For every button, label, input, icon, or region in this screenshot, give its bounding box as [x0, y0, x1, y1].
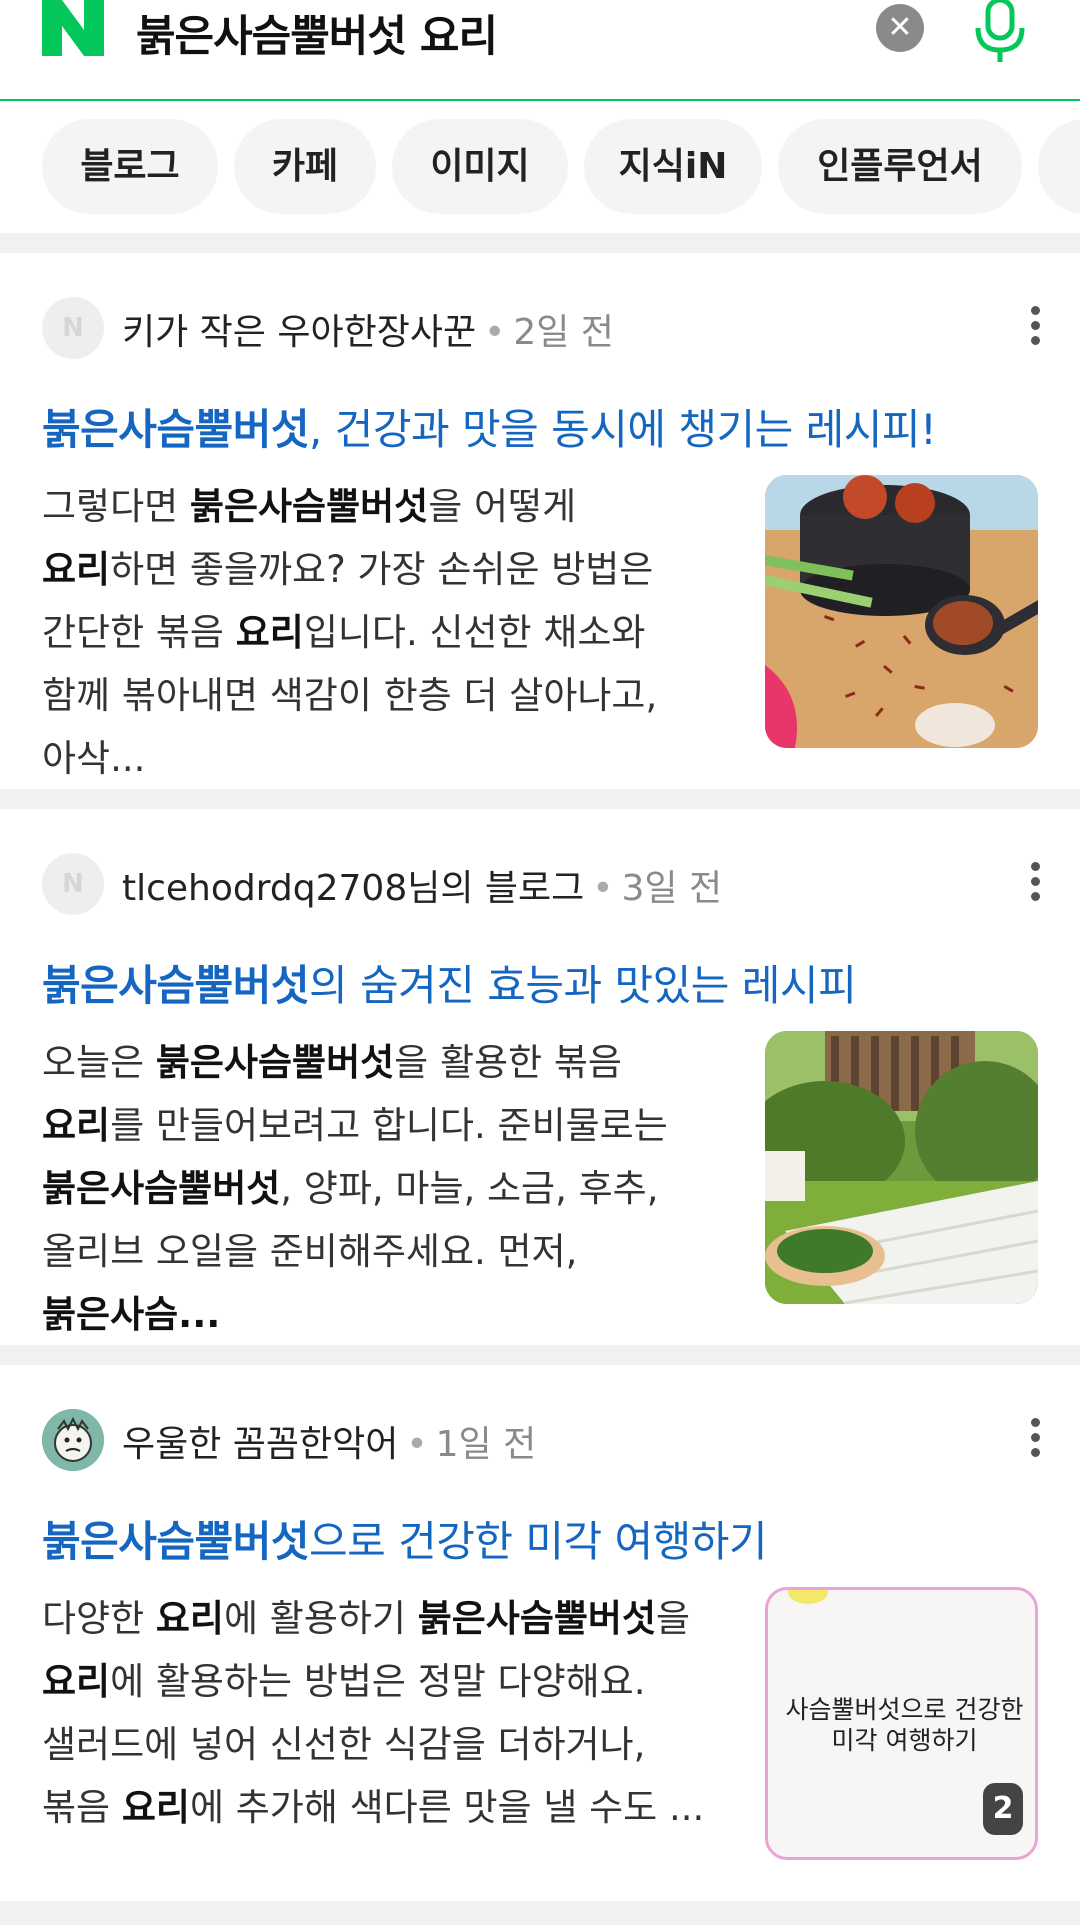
tab-kin[interactable]: 지식iN	[584, 119, 762, 214]
tab-more[interactable]	[1038, 119, 1080, 214]
post-time: 2일 전	[513, 312, 614, 353]
snippet-text: 에 추가해 색다른 맛을 낼 수도 ...	[189, 1786, 705, 1829]
title-keyword: 붉은사슴뿔버섯	[42, 1517, 309, 1566]
close-icon: ✕	[887, 10, 913, 45]
snippet-text: 다양한	[42, 1597, 156, 1640]
snippet-keyword: 붉은사슴뿔버섯	[417, 1597, 656, 1640]
snippet-keyword: 요리	[155, 1597, 224, 1640]
snippet-text: 을	[656, 1597, 691, 1640]
author-line: 우울한 꼼꼼한악어 • 1일 전	[122, 1424, 537, 1465]
title-rest: , 건강과 맛을 동시에 챙기는 레시피!	[308, 405, 937, 454]
snippet-keyword: 붉은사슴뿔버섯	[189, 485, 429, 528]
snippet-text: 를 만들어보려고 합니다. 준비물로는	[110, 1104, 668, 1147]
snippet-keyword: 요리	[121, 1786, 190, 1829]
thumbnail-text: 사슴뿔버섯으로 건강한 미각 여행하기	[785, 1695, 1024, 1755]
avatar[interactable]: N	[42, 297, 104, 359]
result-snippet[interactable]: 다양한 요리에 활용하기 붉은사슴뿔버섯을 요리에 활용하는 방법은 정말 다양…	[42, 1587, 722, 1839]
title-keyword: 붉은사슴뿔버섯	[42, 961, 309, 1010]
result-thumbnail[interactable]: 사슴뿔버섯으로 건강한 미각 여행하기 2	[765, 1587, 1038, 1860]
snippet-keyword: 요리	[42, 1104, 111, 1147]
section-divider	[0, 1345, 1080, 1365]
snippet-keyword: 붉은사슴뿔버섯	[155, 1041, 395, 1084]
snippet-text: 그렇다면	[42, 485, 190, 528]
avatar[interactable]: N	[42, 853, 104, 915]
search-header: 붉은사슴뿔버섯 요리 ✕	[0, 0, 1080, 101]
post-time: 1일 전	[435, 1424, 537, 1465]
tab-image[interactable]: 이미지	[392, 119, 568, 214]
result-thumbnail[interactable]	[765, 1031, 1038, 1304]
result-card: 우울한 꼼꼼한악어 • 1일 전 붉은사슴뿔버섯으로 건강한 미각 여행하기 다양한…	[0, 1365, 1080, 1901]
more-options-icon[interactable]	[1020, 1415, 1050, 1465]
character-avatar-icon	[42, 1409, 104, 1471]
snippet-keyword: 요리	[235, 611, 304, 654]
result-title[interactable]: 붉은사슴뿔버섯, 건강과 맛을 동시에 챙기는 레시피!	[42, 396, 1052, 457]
result-title[interactable]: 붉은사슴뿔버섯의 숨겨진 효능과 맛있는 레시피	[42, 952, 1052, 1013]
result-snippet[interactable]: 오늘은 붉은사슴뿔버섯을 활용한 볶음 요리를 만들어보려고 합니다. 준비물로…	[42, 1031, 722, 1346]
author-name[interactable]: 키가 작은 우아한장사꾼	[122, 312, 476, 353]
author-line: tlcehodrdq2708님의 블로그 • 3일 전	[122, 868, 723, 909]
tab-influencer[interactable]: 인플루언서	[778, 119, 1022, 214]
title-rest: 으로 건강한 미각 여행하기	[308, 1517, 768, 1566]
author-name[interactable]: 우울한 꼼꼼한악어	[122, 1424, 398, 1465]
snippet-text: 을 어떻게	[428, 485, 577, 528]
filter-tabs: 블로그 카페 이미지 지식iN 인플루언서	[0, 119, 1080, 215]
naver-logo-icon[interactable]	[42, 0, 104, 56]
snippet-keyword: 붉은사슴...	[42, 1293, 221, 1336]
more-options-icon[interactable]	[1020, 303, 1050, 353]
result-snippet[interactable]: 그렇다면 붉은사슴뿔버섯을 어떻게 요리하면 좋을까요? 가장 손쉬운 방법은 …	[42, 475, 722, 790]
post-time: 3일 전	[621, 868, 723, 909]
title-keyword: 붉은사슴뿔버섯	[42, 405, 309, 454]
snippet-keyword: 붉은사슴뿔버섯	[42, 1167, 281, 1210]
section-divider	[0, 233, 1080, 253]
snippet-text: 오늘은	[42, 1041, 156, 1084]
snippet-keyword: 요리	[42, 548, 111, 591]
image-count-badge: 2	[983, 1783, 1023, 1835]
result-card: N 키가 작은 우아한장사꾼 • 2일 전 붉은사슴뿔버섯, 건강과 맛을 동시에 …	[0, 253, 1080, 789]
section-divider	[0, 789, 1080, 809]
title-rest: 의 숨겨진 효능과 맛있는 레시피	[308, 961, 857, 1010]
thumbnail-decoration	[788, 1590, 828, 1604]
snippet-text: 에 활용하기	[223, 1597, 418, 1640]
search-query[interactable]: 붉은사슴뿔버섯 요리	[136, 2, 498, 64]
snippet-text: 을 활용한 볶음	[394, 1041, 622, 1084]
result-title[interactable]: 붉은사슴뿔버섯으로 건강한 미각 여행하기	[42, 1508, 1052, 1569]
tab-blog[interactable]: 블로그	[42, 119, 218, 214]
microphone-icon[interactable]	[970, 0, 1030, 64]
author-name[interactable]: tlcehodrdq2708님의 블로그	[122, 868, 584, 909]
clear-search-button[interactable]: ✕	[876, 4, 924, 52]
avatar[interactable]	[42, 1409, 104, 1471]
tab-cafe[interactable]: 카페	[234, 119, 376, 214]
snippet-keyword: 요리	[42, 1660, 111, 1703]
more-options-icon[interactable]	[1020, 859, 1050, 909]
section-divider	[0, 1901, 1080, 1925]
author-line: 키가 작은 우아한장사꾼 • 2일 전	[122, 312, 614, 353]
result-thumbnail[interactable]	[765, 475, 1038, 748]
result-card: N tlcehodrdq2708님의 블로그 • 3일 전 붉은사슴뿔버섯의 숨겨진…	[0, 809, 1080, 1345]
